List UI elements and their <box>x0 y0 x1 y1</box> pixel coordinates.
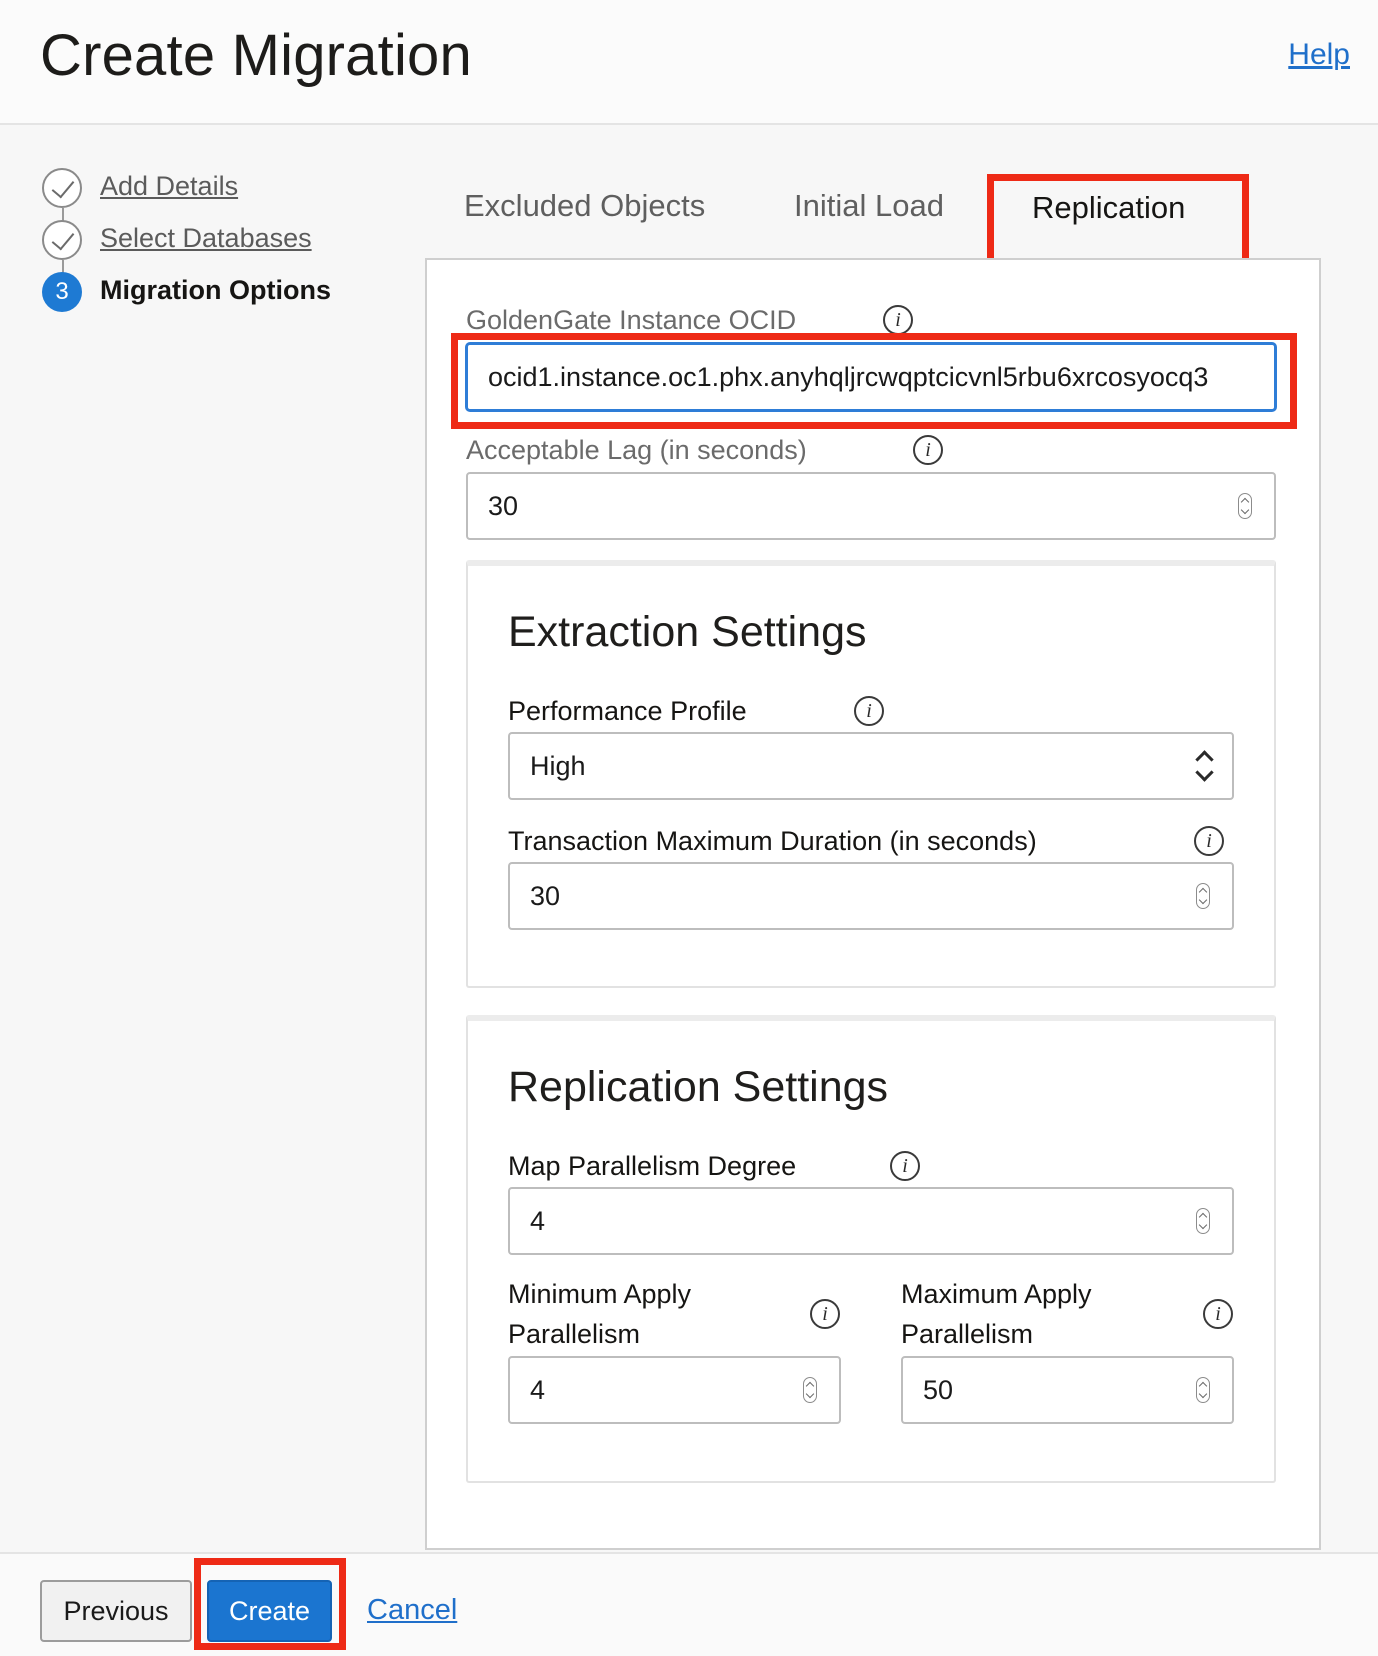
map-parallelism-input[interactable]: 4 <box>508 1187 1234 1255</box>
replication-settings-title: Replication Settings <box>508 1063 889 1111</box>
min-apply-label-line2: Parallelism <box>508 1319 641 1349</box>
info-icon[interactable]: i <box>1203 1299 1233 1329</box>
min-apply-input[interactable]: 4 <box>508 1356 841 1424</box>
acceptable-lag-label: Acceptable Lag (in seconds) <box>466 435 807 465</box>
extraction-settings-card: Extraction Settings Performance Profile … <box>466 560 1276 988</box>
cancel-link[interactable]: Cancel <box>367 1594 457 1627</box>
spinner-icon[interactable] <box>1196 883 1210 909</box>
min-apply-label-line1: Minimum Apply <box>508 1279 692 1309</box>
wizard-footer: Previous Create Cancel <box>0 1552 1378 1656</box>
step-label: Migration Options <box>100 275 331 305</box>
performance-profile-value: High <box>530 750 586 781</box>
spinner-icon[interactable] <box>803 1377 817 1403</box>
select-arrows-icon <box>1194 749 1214 783</box>
performance-profile-select[interactable]: High <box>508 732 1234 800</box>
step-label[interactable]: Add Details <box>100 171 238 202</box>
tab-initial-load[interactable]: Initial Load <box>794 188 944 224</box>
map-parallelism-value: 4 <box>530 1205 546 1236</box>
txn-max-duration-label: Transaction Maximum Duration (in seconds… <box>508 826 1037 856</box>
info-icon[interactable]: i <box>810 1299 840 1329</box>
info-icon[interactable]: i <box>913 435 943 465</box>
create-button[interactable]: Create <box>207 1580 332 1642</box>
previous-button[interactable]: Previous <box>40 1580 192 1642</box>
txn-max-duration-input[interactable]: 30 <box>508 862 1234 930</box>
spinner-icon[interactable] <box>1196 1208 1210 1234</box>
acceptable-lag-value: 30 <box>488 490 519 521</box>
help-link[interactable]: Help <box>1288 38 1350 72</box>
checkmark-icon <box>42 168 82 208</box>
max-apply-value: 50 <box>923 1374 954 1405</box>
spinner-icon[interactable] <box>1238 493 1252 519</box>
max-apply-label-line2: Parallelism <box>901 1319 1034 1349</box>
info-icon[interactable]: i <box>890 1151 920 1181</box>
info-icon[interactable]: i <box>854 696 884 726</box>
step-select-databases[interactable]: Select Databases <box>42 220 402 260</box>
tab-replication[interactable]: Replication <box>1032 190 1185 226</box>
page-header: Create Migration Help <box>0 0 1378 125</box>
extraction-settings-title: Extraction Settings <box>508 608 867 656</box>
ocid-input[interactable]: ocid1.instance.oc1.phx.anyhqljrcwqptcicv… <box>466 343 1276 411</box>
info-icon[interactable]: i <box>1194 826 1224 856</box>
spinner-icon[interactable] <box>1196 1377 1210 1403</box>
checkmark-icon <box>42 220 82 260</box>
min-apply-value: 4 <box>530 1374 546 1405</box>
max-apply-input[interactable]: 50 <box>901 1356 1234 1424</box>
map-parallelism-label: Map Parallelism Degree <box>508 1151 797 1181</box>
step-number-badge: 3 <box>42 272 82 312</box>
page-title: Create Migration <box>40 23 472 88</box>
max-apply-label-line1: Maximum Apply <box>901 1279 1092 1309</box>
replication-settings-card: Replication Settings Map Parallelism Deg… <box>466 1015 1276 1483</box>
step-migration-options: 3 Migration Options <box>42 272 402 312</box>
tab-excluded-objects[interactable]: Excluded Objects <box>464 188 705 224</box>
info-icon[interactable]: i <box>883 305 913 335</box>
step-add-details[interactable]: Add Details <box>42 168 402 208</box>
ocid-label: GoldenGate Instance OCID <box>466 305 797 335</box>
step-label[interactable]: Select Databases <box>100 223 312 254</box>
txn-max-duration-value: 30 <box>530 880 561 911</box>
performance-profile-label: Performance Profile <box>508 696 747 726</box>
acceptable-lag-input[interactable]: 30 <box>466 472 1276 540</box>
